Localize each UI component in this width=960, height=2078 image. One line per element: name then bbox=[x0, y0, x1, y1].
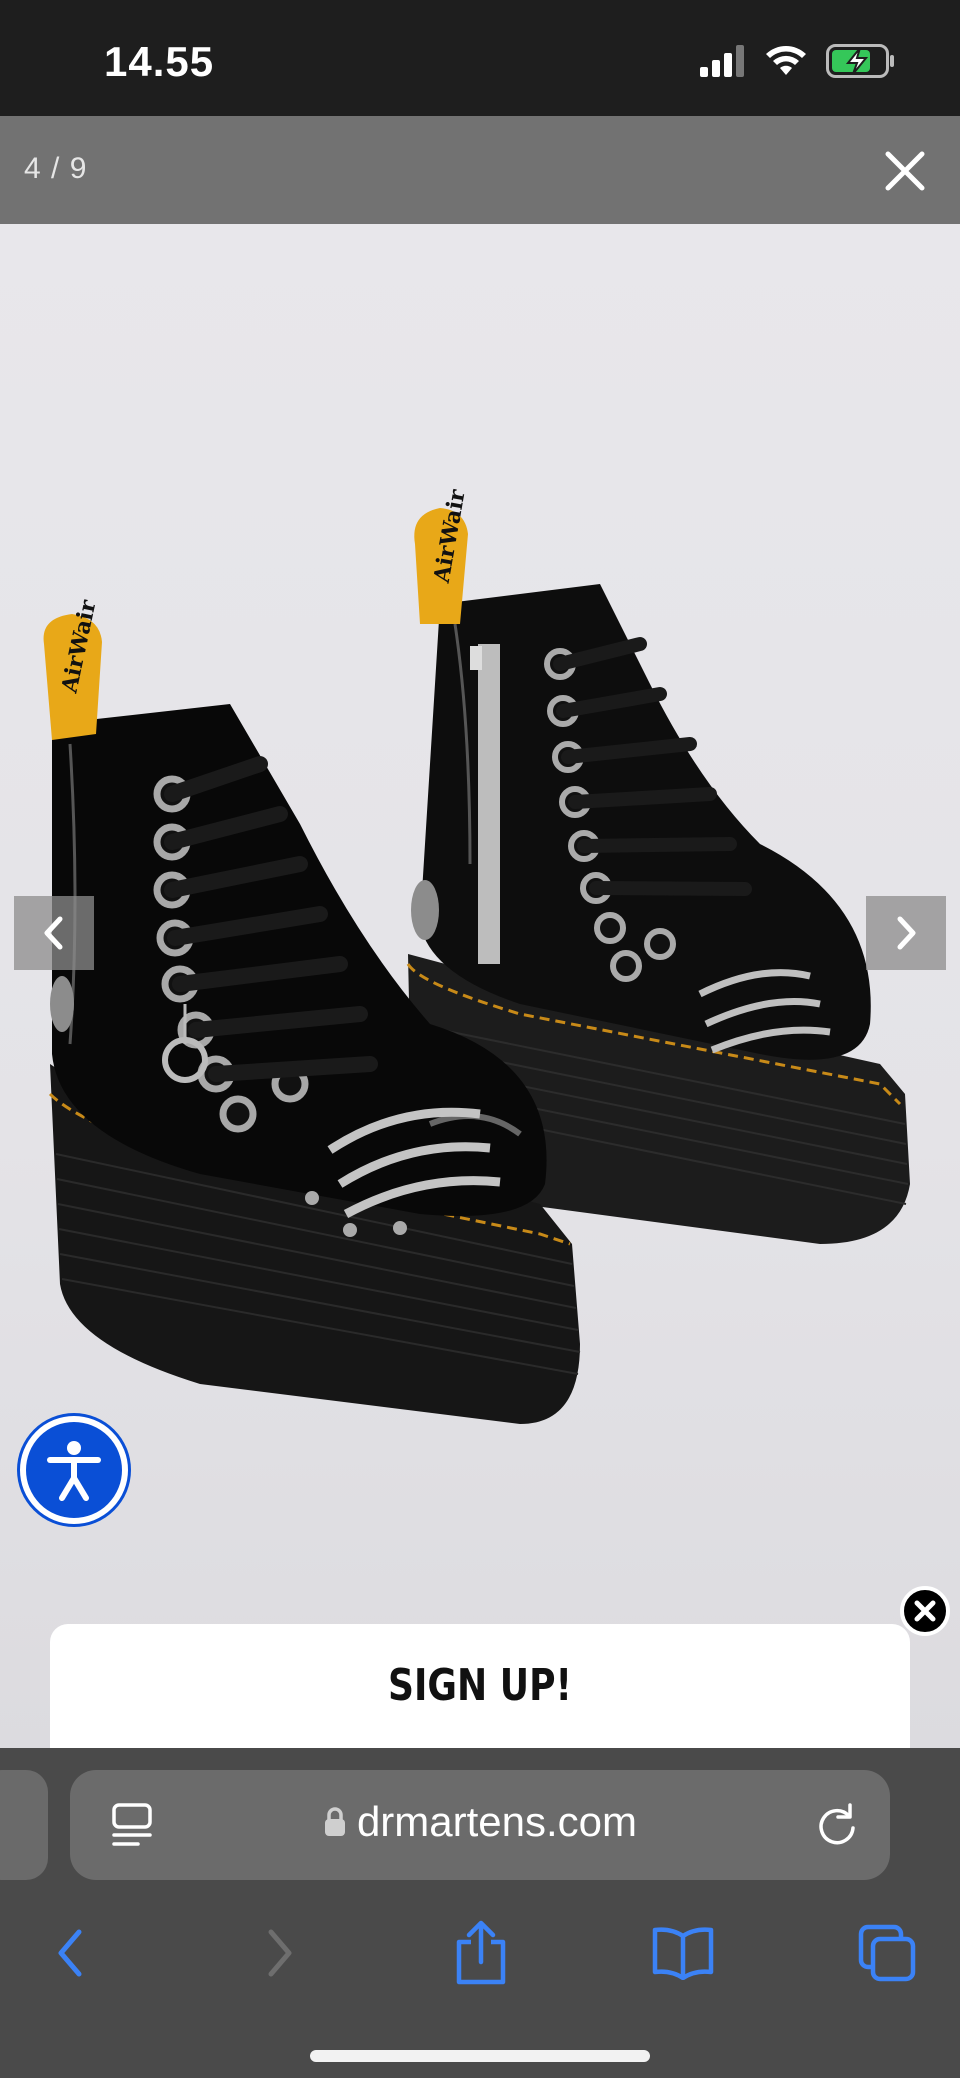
status-icons bbox=[700, 44, 896, 83]
gallery-header: 4 / 9 bbox=[0, 116, 960, 224]
browser-toolbar bbox=[0, 1908, 960, 2008]
accessibility-button[interactable] bbox=[20, 1416, 128, 1524]
status-time: 14.55 bbox=[104, 38, 215, 85]
cellular-signal-icon bbox=[700, 45, 746, 82]
lock-icon bbox=[323, 1800, 347, 1848]
tabs-button[interactable] bbox=[842, 1908, 932, 1998]
close-gallery-button[interactable] bbox=[878, 144, 932, 198]
image-counter: 4 / 9 bbox=[24, 152, 88, 185]
next-image-button[interactable] bbox=[866, 896, 946, 970]
product-image: AirWair AirWair bbox=[43, 487, 910, 1424]
address-bar[interactable]: drmartens.com bbox=[70, 1770, 890, 1880]
share-button[interactable] bbox=[436, 1908, 526, 1998]
signup-popup[interactable]: SIGN UP! bbox=[50, 1624, 910, 1764]
previous-tab-peek[interactable] bbox=[0, 1770, 48, 1880]
bookmarks-icon bbox=[652, 1927, 714, 1980]
signup-title[interactable]: SIGN UP! bbox=[127, 1660, 832, 1711]
forward-icon bbox=[268, 1929, 292, 1977]
browser-bottom-bar: drmartens.com bbox=[0, 1748, 960, 2078]
previous-image-button[interactable] bbox=[14, 896, 94, 970]
url-label: drmartens.com bbox=[356, 1798, 638, 1845]
signup-close-button[interactable] bbox=[900, 1586, 950, 1636]
screen: 14.55 4 / 9 AirWair AirWair SIGN UP! drm… bbox=[0, 0, 960, 2078]
chevron-right-icon bbox=[897, 916, 916, 950]
back-icon bbox=[58, 1929, 82, 1977]
close-icon bbox=[885, 151, 925, 191]
url-text[interactable]: drmartens.com bbox=[70, 1798, 890, 1848]
home-indicator[interactable] bbox=[310, 2050, 650, 2062]
tabs-icon bbox=[858, 1924, 916, 1982]
share-icon bbox=[456, 1920, 506, 1985]
product-image-area: AirWair AirWair bbox=[0, 224, 960, 1748]
bookmarks-button[interactable] bbox=[638, 1908, 728, 1998]
wifi-icon bbox=[764, 45, 808, 82]
close-icon bbox=[914, 1600, 936, 1622]
back-button[interactable] bbox=[26, 1908, 116, 1998]
chevron-left-icon bbox=[44, 916, 63, 950]
reload-icon[interactable] bbox=[814, 1800, 860, 1850]
status-bar: 14.55 bbox=[0, 0, 960, 116]
battery-charging-icon bbox=[826, 44, 896, 83]
accessibility-person-icon bbox=[47, 1441, 101, 1501]
forward-button[interactable] bbox=[234, 1908, 324, 1998]
